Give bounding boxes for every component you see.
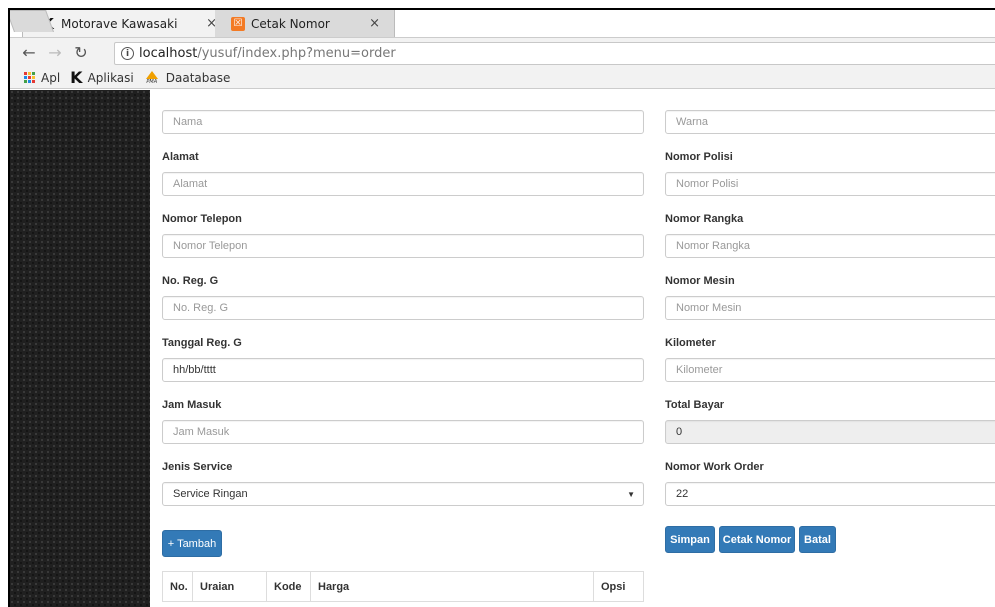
page-content: Nama Alamat Alamat Nomor Telepon Nomor T… — [10, 90, 995, 607]
jenis-service-label: Jenis Service — [162, 461, 233, 473]
alamat-label: Alamat — [162, 151, 199, 163]
jenis-service-value: Service Ringan — [173, 488, 248, 500]
reload-icon[interactable]: ↻ — [70, 43, 92, 62]
bookmark-daatabase[interactable]: PMA Daatabase — [144, 70, 231, 85]
bookmark-apl[interactable]: Apl — [24, 71, 60, 85]
tambah-button[interactable]: + Tambah — [162, 530, 222, 557]
apps-grid-icon — [24, 72, 35, 83]
total-bayar-label: Total Bayar — [665, 399, 725, 411]
bookmark-label: Apl — [41, 70, 61, 85]
tab-motorave-kawasaki[interactable]: K Motorave Kawasaki × — [22, 10, 232, 37]
kilometer-input[interactable]: Kilometer — [665, 358, 995, 382]
tanggal-reg-g-input[interactable]: hh/bb/tttt — [162, 358, 644, 382]
back-arrow-icon[interactable]: ← — [18, 43, 40, 62]
nomor-rangka-input[interactable]: Nomor Rangka — [665, 234, 995, 258]
no-reg-g-input[interactable]: No. Reg. G — [162, 296, 644, 320]
phpmyadmin-icon: PMA — [144, 70, 160, 85]
table-header-harga: Harga — [311, 572, 594, 601]
forward-arrow-icon[interactable]: → — [44, 43, 66, 62]
xampp-icon: ☒ — [231, 16, 245, 31]
tab-strip: K Motorave Kawasaki × ☒ Cetak Nomor × — [10, 10, 995, 37]
nama-input[interactable]: Nama — [162, 110, 644, 134]
nomor-telepon-label: Nomor Telepon — [162, 213, 242, 225]
cetak-nomor-button[interactable]: Cetak Nomor — [719, 526, 795, 553]
kawasaki-k-icon: K — [70, 68, 83, 87]
bookmark-aplikasi[interactable]: K Aplikasi — [70, 68, 134, 87]
url-path: /yusuf/index.php?menu=order — [197, 46, 396, 61]
address-toolbar: ← → ↻ i localhost/yusuf/index.php?menu=o… — [10, 37, 995, 67]
tanggal-reg-g-label: Tanggal Reg. G — [162, 337, 242, 349]
sidebar — [10, 90, 150, 607]
tab-cetak-nomor[interactable]: ☒ Cetak Nomor × — [215, 10, 395, 37]
nomor-polisi-label: Nomor Polisi — [665, 151, 733, 163]
table-header-no: No. — [163, 572, 193, 601]
new-tab-button[interactable] — [10, 10, 55, 32]
bookmark-label: Aplikasi — [87, 70, 134, 85]
bookmarks-bar: Apl K Aplikasi PMA Daatabase — [10, 67, 995, 89]
jam-masuk-input[interactable]: Jam Masuk — [162, 420, 644, 444]
table-header-kode: Kode — [267, 572, 311, 601]
caret-down-icon: ▼ — [627, 489, 635, 499]
close-tab-icon[interactable]: × — [369, 16, 380, 31]
jenis-service-select[interactable]: Service Ringan ▼ — [162, 482, 644, 506]
tab-title: Motorave Kawasaki — [61, 16, 178, 31]
warna-input[interactable]: Warna — [665, 110, 995, 134]
service-table-header: No. Uraian Kode Harga Opsi — [162, 571, 644, 602]
url-host: localhost — [139, 46, 198, 61]
total-bayar-input: 0 — [665, 420, 995, 444]
table-header-opsi: Opsi — [601, 580, 626, 593]
tab-title: Cetak Nomor — [251, 16, 330, 31]
address-bar[interactable]: i localhost/yusuf/index.php?menu=order — [114, 42, 995, 65]
jam-masuk-label: Jam Masuk — [162, 399, 222, 411]
nomor-work-order-label: Nomor Work Order — [665, 461, 764, 473]
table-header-uraian: Uraian — [193, 572, 267, 601]
browser-window: K Motorave Kawasaki × ☒ Cetak Nomor × ← … — [8, 8, 995, 607]
kilometer-label: Kilometer — [665, 337, 716, 349]
simpan-button[interactable]: Simpan — [665, 526, 715, 553]
batal-button[interactable]: Batal — [799, 526, 836, 553]
nomor-rangka-label: Nomor Rangka — [665, 213, 744, 225]
bookmark-label: Daatabase — [165, 70, 231, 85]
no-reg-g-label: No. Reg. G — [162, 275, 219, 287]
nomor-work-order-input[interactable]: 22 — [665, 482, 995, 506]
alamat-input[interactable]: Alamat — [162, 172, 644, 196]
nomor-mesin-label: Nomor Mesin — [665, 275, 735, 287]
nomor-telepon-input[interactable]: Nomor Telepon — [162, 234, 644, 258]
nomor-mesin-input[interactable]: Nomor Mesin — [665, 296, 995, 320]
info-icon[interactable]: i — [121, 47, 134, 60]
nomor-polisi-input[interactable]: Nomor Polisi — [665, 172, 995, 196]
